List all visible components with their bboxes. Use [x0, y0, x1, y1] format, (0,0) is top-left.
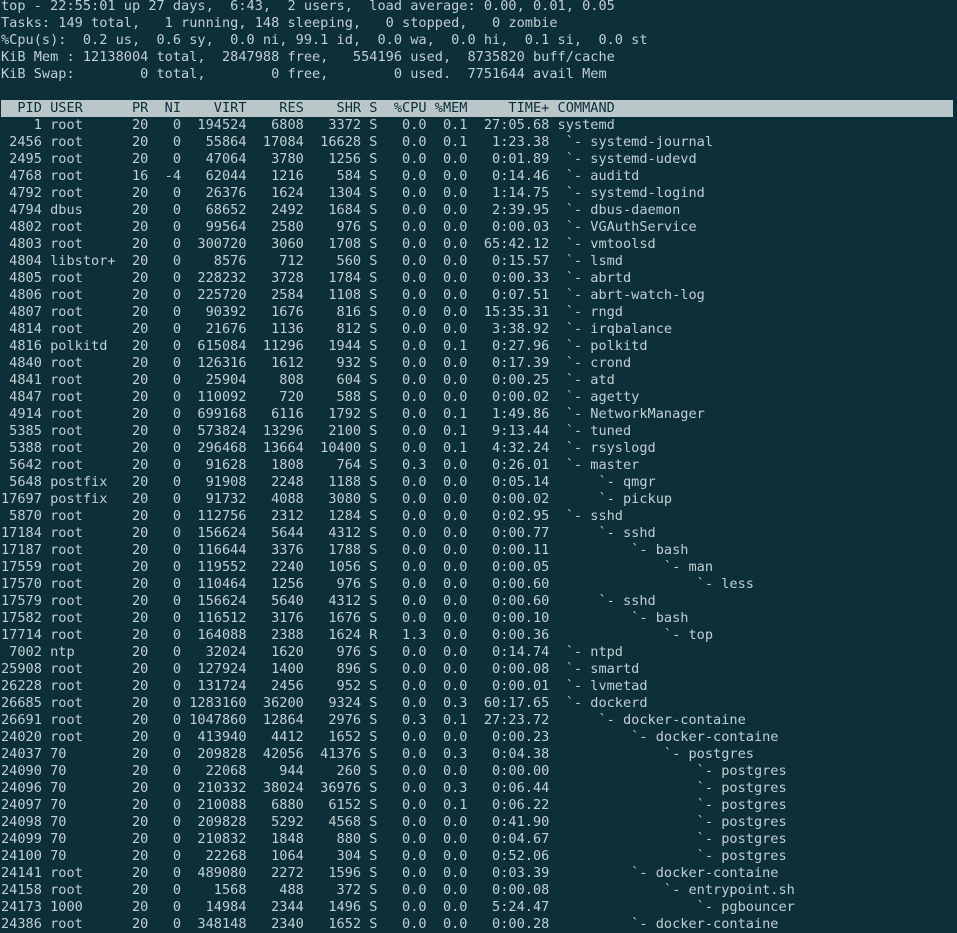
process-row: 24020 root 20 0 413940 4412 1652 S 0.0 0… — [1, 729, 779, 745]
process-row: 17559 root 20 0 119552 2240 1056 S 0.0 0… — [1, 559, 714, 575]
process-row: 17582 root 20 0 116512 3176 1676 S 0.0 0… — [1, 610, 689, 626]
process-row: 24037 70 20 0 209828 42056 41376 S 0.0 0… — [1, 746, 754, 762]
process-list: 1 root 20 0 194524 6808 3372 S 0.0 0.1 2… — [1, 117, 957, 933]
process-row: 4841 root 20 0 25904 808 604 S 0.0 0.0 0… — [1, 372, 615, 388]
memory-line: KiB Mem : 12138004 total, 2847988 free, … — [1, 49, 615, 65]
process-row: 17714 root 20 0 164088 2388 1624 R 1.3 0… — [1, 627, 714, 643]
tasks-line: Tasks: 149 total, 1 running, 148 sleepin… — [1, 15, 558, 31]
uptime-line: top - 22:55:01 up 27 days, 6:43, 2 users… — [1, 0, 615, 14]
process-row: 4807 root 20 0 90392 1676 816 S 0.0 0.0 … — [1, 304, 623, 320]
process-row: 24386 root 20 0 348148 2340 1652 S 0.0 0… — [1, 916, 779, 932]
process-row: 17570 root 20 0 110464 1256 976 S 0.0 0.… — [1, 576, 754, 592]
process-row: 26685 root 20 0 1283160 36200 9324 S 0.0… — [1, 695, 648, 711]
process-table-header: PID USER PR NI VIRT RES SHR S %CPU %MEM … — [1, 100, 953, 117]
process-row: 7002 ntp 20 0 32024 1620 976 S 0.0 0.0 0… — [1, 644, 623, 660]
process-row: 26691 root 20 0 1047860 12864 2976 S 0.3… — [1, 712, 746, 728]
swap-line: KiB Swap: 0 total, 0 free, 0 used. 77516… — [1, 66, 607, 82]
process-row: 5648 postfix 20 0 91908 2248 1188 S 0.0 … — [1, 474, 656, 490]
process-row: 4840 root 20 0 126316 1612 932 S 0.0 0.0… — [1, 355, 632, 371]
process-row: 4806 root 20 0 225720 2584 1108 S 0.0 0.… — [1, 287, 705, 303]
process-row: 4792 root 20 0 26376 1624 1304 S 0.0 0.0… — [1, 185, 705, 201]
system-summary: top - 22:55:01 up 27 days, 6:43, 2 users… — [1, 0, 957, 83]
process-row: 5870 root 20 0 112756 2312 1284 S 0.0 0.… — [1, 508, 623, 524]
process-row: 25908 root 20 0 127924 1400 896 S 0.0 0.… — [1, 661, 640, 677]
process-row: 24141 root 20 0 489080 2272 1596 S 0.0 0… — [1, 865, 779, 881]
process-row: 5385 root 20 0 573824 13296 2100 S 0.0 0… — [1, 423, 632, 439]
process-row: 4768 root 16 -4 62044 1216 584 S 0.0 0.0… — [1, 168, 640, 184]
process-row: 5388 root 20 0 296468 13664 10400 S 0.0 … — [1, 440, 656, 456]
process-row: 4814 root 20 0 21676 1136 812 S 0.0 0.0 … — [1, 321, 673, 337]
process-row: 4804 libstor+ 20 0 8576 712 560 S 0.0 0.… — [1, 253, 623, 269]
process-row: 4794 dbus 20 0 68652 2492 1684 S 0.0 0.0… — [1, 202, 681, 218]
process-row: 4805 root 20 0 228232 3728 1784 S 0.0 0.… — [1, 270, 632, 286]
process-row: 4847 root 20 0 110092 720 588 S 0.0 0.0 … — [1, 389, 640, 405]
process-row: 4816 polkitd 20 0 615084 11296 1944 S 0.… — [1, 338, 648, 354]
process-row: 17187 root 20 0 116644 3376 1788 S 0.0 0… — [1, 542, 689, 558]
process-row: 2456 root 20 0 55864 17084 16628 S 0.0 0… — [1, 134, 714, 150]
process-row: 26228 root 20 0 131724 2456 952 S 0.0 0.… — [1, 678, 648, 694]
process-row: 1 root 20 0 194524 6808 3372 S 0.0 0.1 2… — [1, 117, 615, 133]
process-row: 24098 70 20 0 209828 5292 4568 S 0.0 0.0… — [1, 814, 787, 830]
process-row: 4803 root 20 0 300720 3060 1708 S 0.0 0.… — [1, 236, 656, 252]
process-row: 17697 postfix 20 0 91732 4088 3080 S 0.0… — [1, 491, 673, 507]
process-row: 24096 70 20 0 210332 38024 36976 S 0.0 0… — [1, 780, 787, 796]
process-row: 4914 root 20 0 699168 6116 1792 S 0.0 0.… — [1, 406, 705, 422]
process-row: 17579 root 20 0 156624 5640 4312 S 0.0 0… — [1, 593, 656, 609]
process-row: 24090 70 20 0 22068 944 260 S 0.0 0.0 0:… — [1, 763, 787, 779]
process-row: 24173 1000 20 0 14984 2344 1496 S 0.0 0.… — [1, 899, 795, 915]
terminal-window[interactable]: top - 22:55:01 up 27 days, 6:43, 2 users… — [1, 0, 957, 933]
process-row: 24158 root 20 0 1568 488 372 S 0.0 0.0 0… — [1, 882, 795, 898]
process-row: 24099 70 20 0 210832 1848 880 S 0.0 0.0 … — [1, 831, 787, 847]
process-row: 24100 70 20 0 22268 1064 304 S 0.0 0.0 0… — [1, 848, 787, 864]
process-row: 4802 root 20 0 99564 2580 976 S 0.0 0.0 … — [1, 219, 697, 235]
process-row: 24097 70 20 0 210088 6880 6152 S 0.0 0.1… — [1, 797, 787, 813]
process-row: 17184 root 20 0 156624 5644 4312 S 0.0 0… — [1, 525, 656, 541]
process-row: 5642 root 20 0 91628 1808 764 S 0.3 0.0 … — [1, 457, 640, 473]
cpu-line: %Cpu(s): 0.2 us, 0.6 sy, 0.0 ni, 99.1 id… — [1, 32, 648, 48]
process-row: 2495 root 20 0 47064 3780 1256 S 0.0 0.0… — [1, 151, 697, 167]
